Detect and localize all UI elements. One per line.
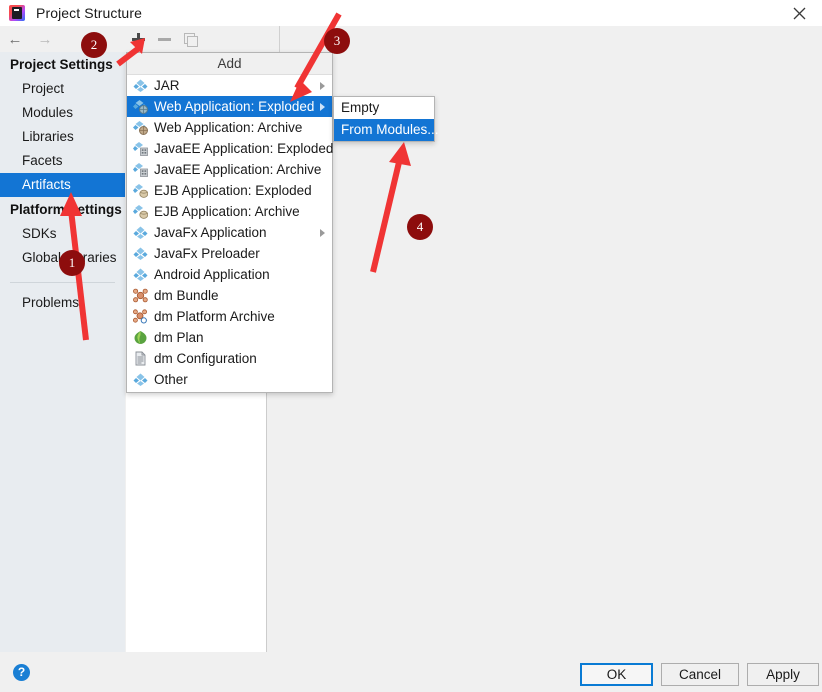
- artifacts-toolbar: [125, 26, 280, 52]
- dm-platform-archive-icon: [133, 309, 148, 324]
- menu-item-javafx-preloader[interactable]: JavaFx Preloader: [127, 243, 332, 264]
- ok-button[interactable]: OK: [580, 663, 653, 686]
- chevron-right-icon: [320, 81, 325, 90]
- dm-bundle-icon: [133, 288, 148, 303]
- menu-item-label: JavaEE Application: Archive: [154, 162, 322, 177]
- menu-item-other[interactable]: Other: [127, 369, 332, 390]
- sidebar-item-problems[interactable]: Problems: [0, 283, 125, 315]
- submenu-item-from-modules[interactable]: From Modules...: [334, 119, 439, 141]
- window-title-bar: Project Structure: [0, 0, 822, 26]
- sidebar-item-modules[interactable]: Modules: [0, 101, 125, 125]
- minus-icon[interactable]: [151, 27, 177, 51]
- menu-item-label: dm Bundle: [154, 288, 219, 303]
- copy-icon[interactable]: [177, 27, 203, 51]
- intellij-idea-logo-icon: [9, 5, 25, 21]
- menu-item-label: Android Application: [154, 267, 270, 282]
- web-application-exploded-submenu: Empty From Modules...: [333, 96, 439, 142]
- plus-icon[interactable]: [125, 27, 151, 51]
- dm-plan-icon: [133, 330, 148, 345]
- arrow-left-icon[interactable]: ←: [0, 26, 30, 52]
- artifact-jar-icon: [133, 78, 148, 93]
- artifact-web-exploded-icon: [133, 99, 148, 114]
- project-structure-dialog: Project Structure ← → Project Settings P…: [0, 0, 822, 692]
- menu-item-label: Web Application: Archive: [154, 120, 303, 135]
- add-menu-title: Add: [127, 53, 332, 75]
- sidebar-group-platform-settings: Platform Settings: [10, 202, 122, 217]
- annotation-badge-3: 3: [324, 28, 350, 54]
- nav-toolbar-strip: ← →: [0, 26, 822, 52]
- menu-item-dm-plan[interactable]: dm Plan: [127, 327, 332, 348]
- menu-item-label: dm Configuration: [154, 351, 257, 366]
- annotation-badge-2: 2: [81, 32, 107, 58]
- arrow-right-icon[interactable]: →: [30, 26, 60, 52]
- sidebar-item-facets[interactable]: Facets: [0, 149, 125, 173]
- menu-item-ejb-application-exploded[interactable]: EJB Application: Exploded: [127, 180, 332, 201]
- chevron-right-icon: [320, 102, 325, 111]
- sidebar-item-project[interactable]: Project: [0, 77, 125, 101]
- cancel-button[interactable]: Cancel: [661, 663, 739, 686]
- menu-item-label: Other: [154, 372, 188, 387]
- menu-item-label: JAR: [154, 78, 180, 93]
- menu-item-ejb-application-archive[interactable]: EJB Application: Archive: [127, 201, 332, 222]
- artifact-ejb-archive-icon: [133, 204, 148, 219]
- menu-item-dm-platform-archive[interactable]: dm Platform Archive: [127, 306, 332, 327]
- artifact-javaee-exploded-icon: [133, 141, 148, 156]
- artifact-javaee-archive-icon: [133, 162, 148, 177]
- add-artifact-menu: Add JAR Web Application: Exploded Web Ap…: [126, 52, 333, 393]
- settings-sidebar: Project Settings Project Modules Librari…: [0, 52, 125, 652]
- artifact-android-icon: [133, 267, 148, 282]
- sidebar-item-libraries[interactable]: Libraries: [0, 125, 125, 149]
- menu-item-label: JavaFx Application: [154, 225, 267, 240]
- apply-button[interactable]: Apply: [747, 663, 819, 686]
- help-icon[interactable]: ?: [13, 664, 30, 681]
- menu-item-dm-bundle[interactable]: dm Bundle: [127, 285, 332, 306]
- artifact-other-icon: [133, 372, 148, 387]
- sidebar-item-artifacts[interactable]: Artifacts: [0, 173, 125, 197]
- menu-item-label: EJB Application: Exploded: [154, 183, 312, 198]
- menu-item-label: Web Application: Exploded: [154, 99, 315, 114]
- chevron-right-icon: [320, 228, 325, 237]
- menu-item-javaee-application-exploded[interactable]: JavaEE Application: Exploded: [127, 138, 334, 159]
- menu-item-label: EJB Application: Archive: [154, 204, 300, 219]
- sidebar-item-sdks[interactable]: SDKs: [0, 222, 125, 246]
- artifact-javafx-preloader-icon: [133, 246, 148, 261]
- menu-item-label: dm Platform Archive: [154, 309, 275, 324]
- menu-item-android-application[interactable]: Android Application: [127, 264, 332, 285]
- window-title: Project Structure: [36, 5, 142, 21]
- dm-configuration-icon: [133, 351, 148, 366]
- artifact-detail-panel: [268, 52, 822, 652]
- menu-item-jar[interactable]: JAR: [127, 75, 332, 96]
- sidebar-group-project-settings: Project Settings: [10, 57, 113, 72]
- menu-item-javaee-application-archive[interactable]: JavaEE Application: Archive: [127, 159, 332, 180]
- menu-item-web-application-exploded[interactable]: Web Application: Exploded: [127, 96, 332, 117]
- menu-item-dm-configuration[interactable]: dm Configuration: [127, 348, 332, 369]
- artifact-web-archive-icon: [133, 120, 148, 135]
- artifact-ejb-exploded-icon: [133, 183, 148, 198]
- annotation-badge-1: 1: [59, 250, 85, 276]
- menu-item-label: JavaEE Application: Exploded: [154, 141, 334, 156]
- close-icon[interactable]: [776, 0, 822, 26]
- menu-item-javafx-application[interactable]: JavaFx Application: [127, 222, 332, 243]
- submenu-item-empty[interactable]: Empty: [334, 97, 434, 119]
- annotation-badge-4: 4: [407, 214, 433, 240]
- menu-item-web-application-archive[interactable]: Web Application: Archive: [127, 117, 332, 138]
- menu-item-label: JavaFx Preloader: [154, 246, 260, 261]
- artifact-javafx-icon: [133, 225, 148, 240]
- menu-item-label: dm Plan: [154, 330, 204, 345]
